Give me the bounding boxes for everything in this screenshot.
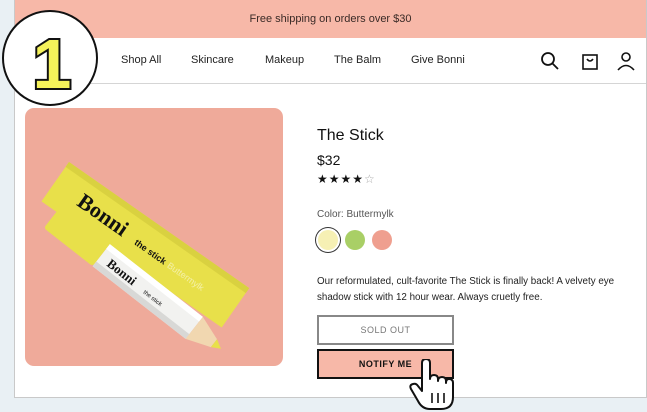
sold-out-button: SOLD OUT bbox=[317, 315, 454, 345]
step-number-badge: 1 bbox=[2, 10, 98, 106]
browser-page: Free shipping on orders over $30 Shop Al… bbox=[14, 0, 647, 398]
nav-shop-all[interactable]: Shop All bbox=[121, 54, 161, 66]
nav-the-balm[interactable]: The Balm bbox=[334, 54, 381, 66]
swatch-buttermylk[interactable] bbox=[318, 230, 338, 250]
empty-star: ☆ bbox=[364, 172, 376, 186]
swatch-green[interactable] bbox=[345, 230, 365, 250]
nav-give-bonni[interactable]: Give Bonni bbox=[411, 54, 465, 66]
product-image: Bonni the stick Buttermylk Bonni the sti… bbox=[25, 108, 283, 366]
nav-skincare[interactable]: Skincare bbox=[191, 54, 234, 66]
star-rating: ★★★★☆ bbox=[317, 172, 376, 186]
product-title: The Stick bbox=[317, 127, 384, 144]
promo-text: Free shipping on orders over $30 bbox=[249, 13, 412, 25]
main-navigation: Shop All Skincare Makeup The Balm Give B… bbox=[15, 38, 646, 84]
svg-text:1: 1 bbox=[33, 25, 72, 103]
swatch-coral[interactable] bbox=[372, 230, 392, 250]
search-icon[interactable] bbox=[539, 50, 561, 72]
product-description: Our reformulated, cult-favorite The Stic… bbox=[317, 276, 615, 303]
promo-banner: Free shipping on orders over $30 bbox=[15, 0, 646, 38]
hand-pointer-icon bbox=[409, 359, 454, 410]
step-one-icon: 1 bbox=[31, 23, 74, 105]
filled-stars: ★★★★ bbox=[317, 172, 365, 186]
account-icon[interactable] bbox=[615, 50, 637, 72]
color-label: Color: Buttermylk bbox=[317, 209, 394, 220]
nav-makeup[interactable]: Makeup bbox=[265, 54, 304, 66]
product-price: $32 bbox=[317, 152, 341, 168]
bag-icon[interactable] bbox=[579, 50, 601, 72]
